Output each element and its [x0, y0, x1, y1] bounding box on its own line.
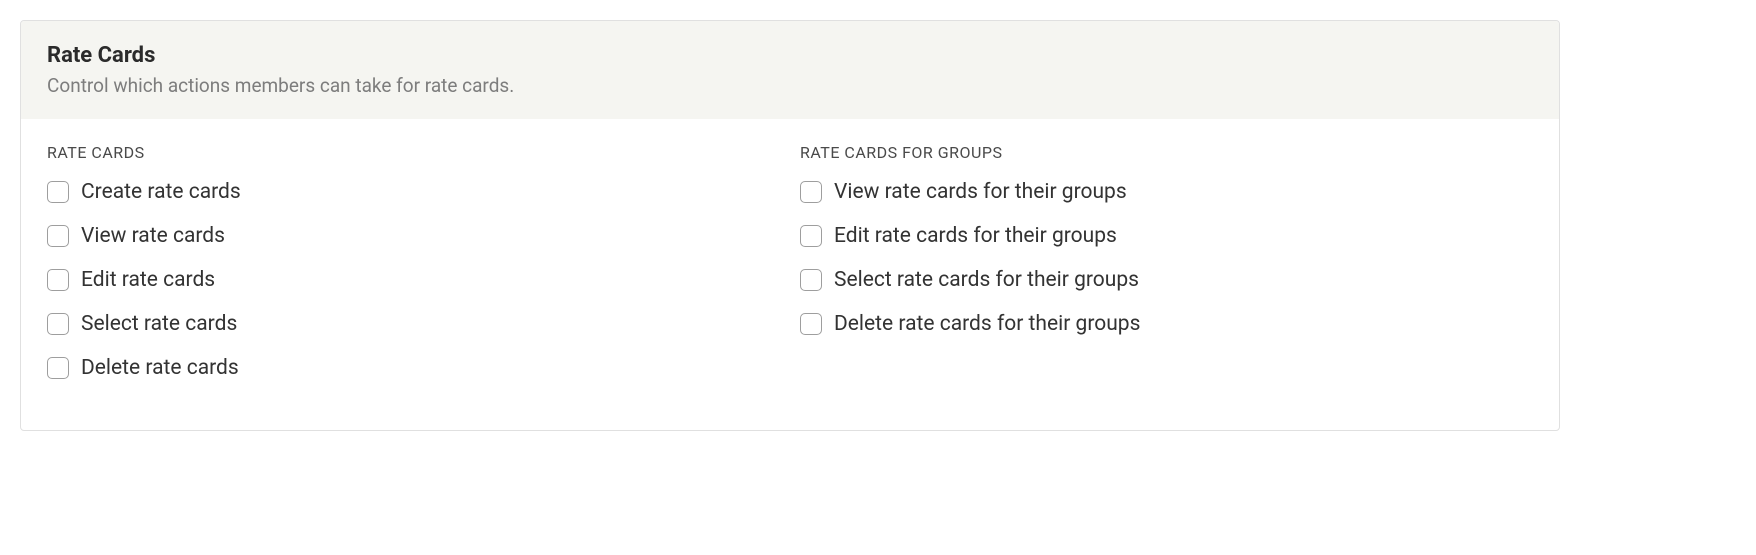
option-view-rate-cards-groups[interactable]: View rate cards for their groups: [800, 180, 1533, 204]
panel-title: Rate Cards: [47, 43, 1533, 68]
checkbox-select-rate-cards-groups[interactable]: [800, 269, 822, 291]
option-select-rate-cards-groups[interactable]: Select rate cards for their groups: [800, 268, 1533, 292]
checkbox-view-rate-cards-groups[interactable]: [800, 181, 822, 203]
option-label: Edit rate cards: [81, 268, 215, 292]
checkbox-select-rate-cards[interactable]: [47, 313, 69, 335]
option-label: Delete rate cards: [81, 356, 239, 380]
checkbox-edit-rate-cards-groups[interactable]: [800, 225, 822, 247]
option-label: Select rate cards for their groups: [834, 268, 1139, 292]
option-label: Edit rate cards for their groups: [834, 224, 1117, 248]
option-label: Create rate cards: [81, 180, 241, 204]
checkbox-edit-rate-cards[interactable]: [47, 269, 69, 291]
panel-header: Rate Cards Control which actions members…: [21, 21, 1559, 119]
option-label: Delete rate cards for their groups: [834, 312, 1140, 336]
rate-cards-column-heading: RATE CARDS: [47, 143, 780, 162]
option-create-rate-cards[interactable]: Create rate cards: [47, 180, 780, 204]
rate-cards-groups-column-heading: RATE CARDS FOR GROUPS: [800, 143, 1533, 162]
rate-cards-panel: Rate Cards Control which actions members…: [20, 20, 1560, 431]
panel-subtitle: Control which actions members can take f…: [47, 74, 1533, 97]
option-select-rate-cards[interactable]: Select rate cards: [47, 312, 780, 336]
checkbox-delete-rate-cards[interactable]: [47, 357, 69, 379]
option-label: Select rate cards: [81, 312, 237, 336]
checkbox-delete-rate-cards-groups[interactable]: [800, 313, 822, 335]
option-edit-rate-cards[interactable]: Edit rate cards: [47, 268, 780, 292]
rate-cards-groups-column: RATE CARDS FOR GROUPS View rate cards fo…: [800, 143, 1533, 400]
rate-cards-column: RATE CARDS Create rate cards View rate c…: [47, 143, 780, 400]
option-delete-rate-cards-groups[interactable]: Delete rate cards for their groups: [800, 312, 1533, 336]
panel-body: RATE CARDS Create rate cards View rate c…: [21, 119, 1559, 430]
option-delete-rate-cards[interactable]: Delete rate cards: [47, 356, 780, 380]
option-label: View rate cards for their groups: [834, 180, 1127, 204]
option-view-rate-cards[interactable]: View rate cards: [47, 224, 780, 248]
checkbox-create-rate-cards[interactable]: [47, 181, 69, 203]
checkbox-view-rate-cards[interactable]: [47, 225, 69, 247]
option-label: View rate cards: [81, 224, 225, 248]
option-edit-rate-cards-groups[interactable]: Edit rate cards for their groups: [800, 224, 1533, 248]
